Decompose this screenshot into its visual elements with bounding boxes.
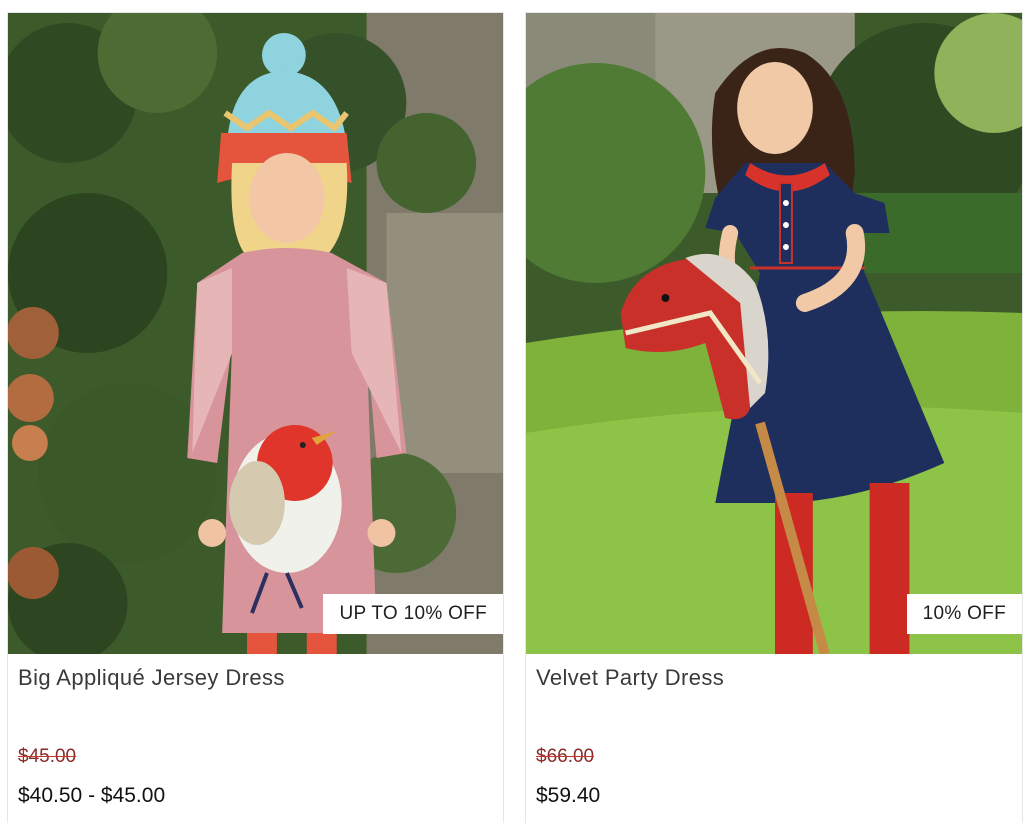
product-title[interactable]: Velvet Party Dress [536, 665, 724, 691]
product-image[interactable]: UP TO 10% OFF [8, 13, 503, 654]
sale-price: $59.40 [536, 784, 601, 807]
sale-price: $40.50 - $45.00 [18, 784, 166, 807]
product-card[interactable]: UP TO 10% OFF Big Appliqué Jersey Dress … [7, 12, 504, 823]
product-photo-girl-velvet-dress [526, 13, 1022, 654]
discount-badge: UP TO 10% OFF [323, 594, 503, 634]
product-title[interactable]: Big Appliqué Jersey Dress [18, 665, 285, 691]
discount-badge: 10% OFF [906, 594, 1022, 634]
product-grid: UP TO 10% OFF Big Appliqué Jersey Dress … [0, 0, 1024, 823]
original-price: $45.00 [18, 746, 77, 767]
original-price: $66.00 [536, 746, 595, 767]
product-photo-girl-robin-dress [8, 13, 503, 654]
product-card[interactable]: 10% OFF Velvet Party Dress $66.00 $59.40 [525, 12, 1023, 823]
product-image[interactable]: 10% OFF [526, 13, 1022, 654]
